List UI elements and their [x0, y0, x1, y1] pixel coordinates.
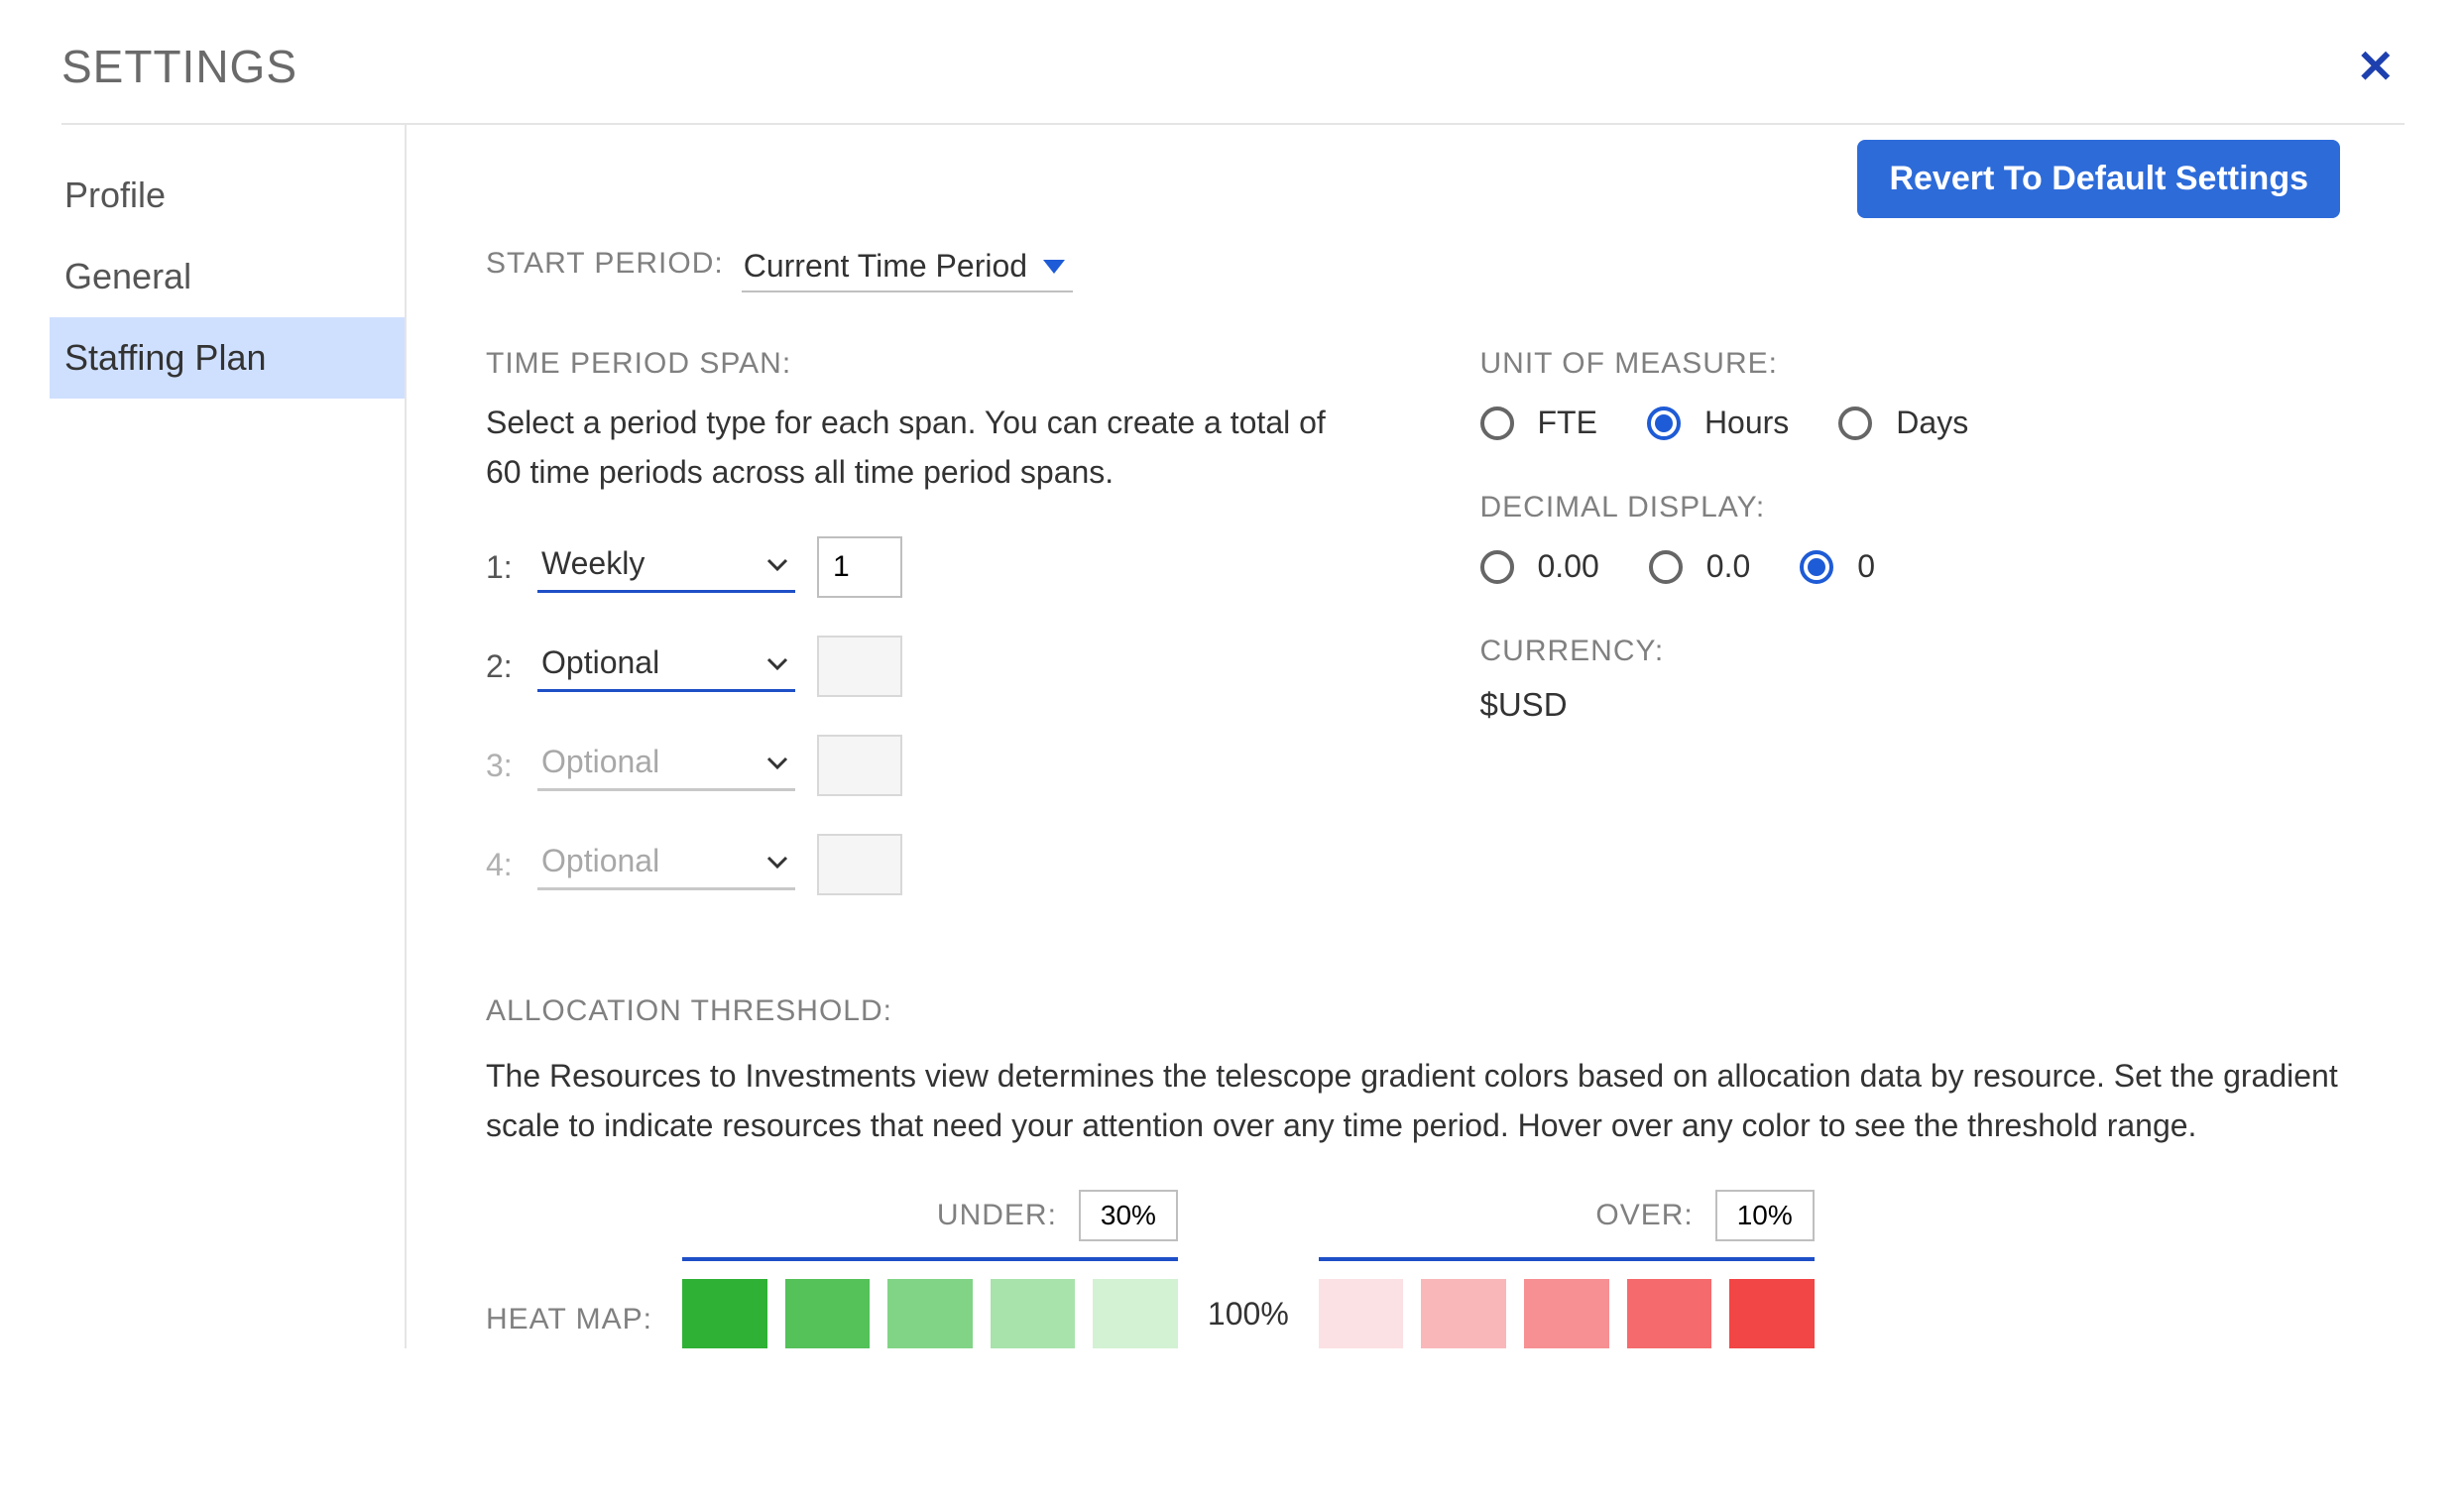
allocation-threshold-help: The Resources to Investments view determ…: [486, 1052, 2355, 1150]
close-icon[interactable]: ✕: [2356, 40, 2405, 93]
main-panel: Revert To Default Settings START PERIOD:…: [407, 125, 2414, 1348]
heat-swatch-under-2[interactable]: [785, 1279, 871, 1348]
over-threshold-input[interactable]: [1715, 1190, 1815, 1241]
radio-icon: [1800, 550, 1833, 584]
period-type-select-3: Optional: [537, 740, 795, 791]
heat-swatch-over-3[interactable]: [1524, 1279, 1609, 1348]
decimal-radio-0dp[interactable]: 0: [1800, 548, 1875, 585]
currency-value: $USD: [1480, 686, 2356, 724]
header: SETTINGS ✕: [61, 40, 2405, 125]
under-threshold-input[interactable]: [1079, 1190, 1178, 1241]
radio-label: FTE: [1538, 405, 1597, 441]
radio-icon: [1649, 550, 1683, 584]
heat-swatch-over-2[interactable]: [1421, 1279, 1506, 1348]
sidebar-item-general[interactable]: General: [50, 236, 405, 317]
period-type-select-1[interactable]: Weekly: [537, 541, 795, 593]
span-index: 1:: [486, 549, 516, 586]
span-index: 2:: [486, 648, 516, 685]
radio-label: Days: [1896, 405, 1968, 441]
heat-swatch-over-5[interactable]: [1729, 1279, 1815, 1348]
decimal-display-label: DECIMAL DISPLAY:: [1480, 491, 2356, 524]
heat-map-label: HEAT MAP:: [486, 1303, 652, 1336]
span-row-4: 4: Optional: [486, 834, 1361, 895]
unit-of-measure-group: FTE Hours Days: [1480, 405, 2356, 441]
chevron-down-icon: [765, 556, 789, 572]
heat-swatch-under-5[interactable]: [1093, 1279, 1178, 1348]
chevron-down-icon: [765, 854, 789, 870]
sidebar-item-label: Profile: [64, 174, 166, 215]
heat-swatch-under-1[interactable]: [682, 1279, 767, 1348]
sidebar-item-label: General: [64, 256, 191, 296]
sidebar-item-profile[interactable]: Profile: [50, 155, 405, 236]
period-type-value: Optional: [541, 843, 659, 879]
span-row-2: 2: Optional: [486, 636, 1361, 697]
start-period-select[interactable]: Current Time Period: [742, 244, 1073, 292]
period-type-value: Optional: [541, 644, 659, 681]
time-period-span-label: TIME PERIOD SPAN:: [486, 347, 1361, 381]
radio-icon: [1480, 550, 1514, 584]
time-period-span-section: TIME PERIOD SPAN: Select a period type f…: [486, 347, 1361, 895]
heat-swatch-over-4[interactable]: [1627, 1279, 1712, 1348]
over-threshold-column: OVER:: [1319, 1190, 1815, 1348]
radio-icon: [1480, 406, 1514, 440]
uom-radio-fte[interactable]: FTE: [1480, 405, 1597, 441]
heat-swatch-under-3[interactable]: [887, 1279, 973, 1348]
span-index: 3:: [486, 748, 516, 784]
radio-label: 0: [1857, 548, 1875, 585]
period-count-input-2[interactable]: [817, 636, 902, 697]
page-title: SETTINGS: [61, 40, 297, 93]
over-label: OVER:: [1595, 1199, 1693, 1232]
period-type-select-2[interactable]: Optional: [537, 640, 795, 692]
span-row-1: 1: Weekly: [486, 536, 1361, 598]
decimal-radio-1dp[interactable]: 0.0: [1649, 548, 1750, 585]
start-period-label: START PERIOD:: [486, 247, 724, 281]
period-count-input-4: [817, 834, 902, 895]
time-period-span-help: Select a period type for each span. You …: [486, 399, 1361, 497]
uom-radio-days[interactable]: Days: [1838, 405, 1968, 441]
under-threshold-column: UNDER:: [682, 1190, 1178, 1348]
heat-swatch-over-1[interactable]: [1319, 1279, 1404, 1348]
start-period-value: Current Time Period: [744, 248, 1027, 285]
period-type-value: Weekly: [541, 545, 645, 582]
heat-swatch-under-4[interactable]: [991, 1279, 1076, 1348]
span-row-3: 3: Optional: [486, 735, 1361, 796]
under-swatches: [682, 1279, 1178, 1348]
uom-radio-hours[interactable]: Hours: [1647, 405, 1789, 441]
period-count-input-3: [817, 735, 902, 796]
decimal-radio-2dp[interactable]: 0.00: [1480, 548, 1599, 585]
sidebar-item-staffing-plan[interactable]: Staffing Plan: [50, 317, 405, 399]
over-swatches: [1319, 1279, 1815, 1348]
under-label: UNDER:: [937, 1199, 1057, 1232]
currency-label: CURRENCY:: [1480, 635, 2356, 668]
revert-default-button[interactable]: Revert To Default Settings: [1857, 140, 2340, 218]
right-column: UNIT OF MEASURE: FTE Hours Days: [1480, 347, 2356, 895]
span-index: 4:: [486, 847, 516, 883]
period-type-select-4: Optional: [537, 839, 795, 890]
chevron-down-icon: [765, 655, 789, 671]
period-count-input-1[interactable]: [817, 536, 902, 598]
allocation-threshold-section: ALLOCATION THRESHOLD: The Resources to I…: [486, 994, 2355, 1348]
center-threshold-value: 100%: [1208, 1296, 1289, 1333]
sidebar-item-label: Staffing Plan: [64, 337, 266, 378]
radio-label: Hours: [1704, 405, 1789, 441]
sidebar: Profile General Staffing Plan: [50, 125, 407, 1348]
unit-of-measure-label: UNIT OF MEASURE:: [1480, 347, 2356, 381]
radio-label: 0.0: [1706, 548, 1750, 585]
decimal-display-group: 0.00 0.0 0: [1480, 548, 2356, 585]
radio-icon: [1838, 406, 1872, 440]
chevron-down-icon: [765, 754, 789, 770]
allocation-threshold-label: ALLOCATION THRESHOLD:: [486, 994, 2355, 1028]
caret-down-icon: [1043, 260, 1065, 274]
radio-icon: [1647, 406, 1681, 440]
period-type-value: Optional: [541, 744, 659, 780]
radio-label: 0.00: [1538, 548, 1599, 585]
